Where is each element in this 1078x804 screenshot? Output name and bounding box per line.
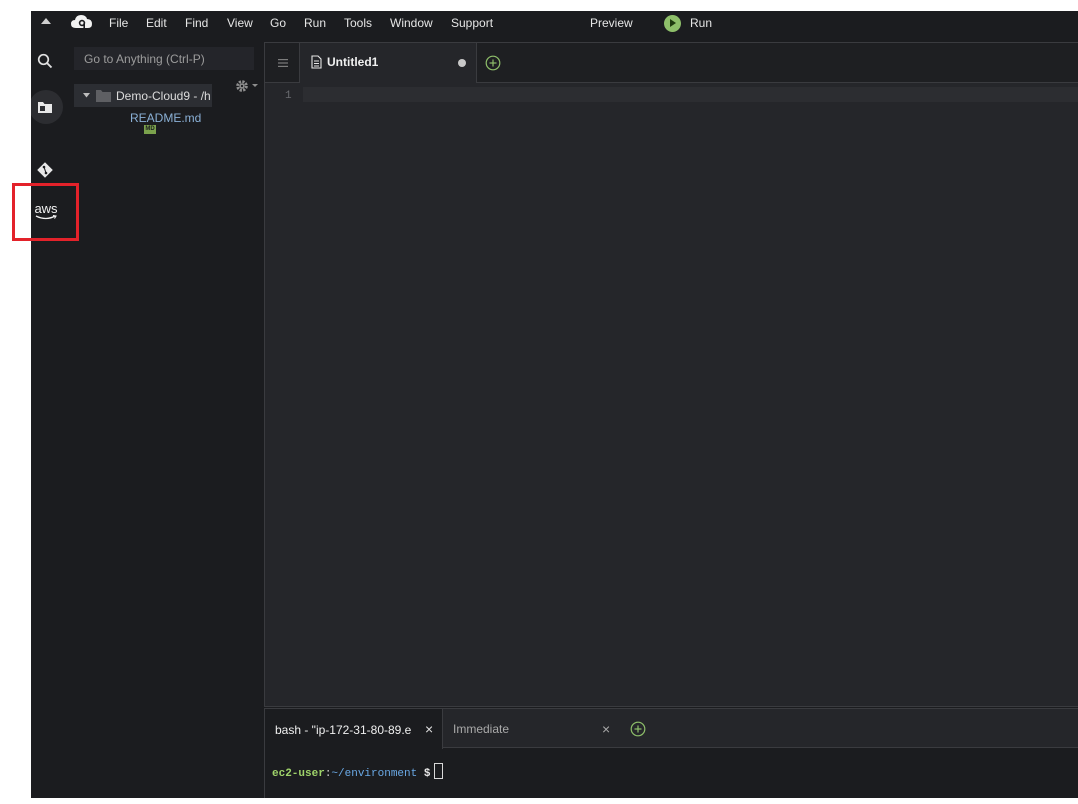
tab-list-button[interactable] xyxy=(265,43,300,82)
document-icon xyxy=(311,55,322,69)
tab-immediate[interactable]: Immediate xyxy=(453,722,509,736)
side-icon-bar: aws xyxy=(31,35,65,798)
editor-tab-bar: Untitled1 xyxy=(265,43,1078,83)
close-icon[interactable]: × xyxy=(425,721,433,737)
tab-bash-label: bash - "ip-172-31-80-89.e xyxy=(275,723,412,737)
search-icon[interactable] xyxy=(37,53,53,69)
menu-view[interactable]: View xyxy=(227,16,253,30)
terminal-tab-bar: bash - "ip-172-31-80-89.e × Immediate × xyxy=(265,708,1078,749)
menu-edit[interactable]: Edit xyxy=(146,16,167,30)
ide-window: File Edit Find View Go Run Tools Window … xyxy=(31,11,1078,798)
highlight-box xyxy=(12,183,79,241)
add-tab-icon[interactable] xyxy=(485,55,501,71)
add-terminal-icon[interactable] xyxy=(630,721,646,737)
run-button[interactable]: Run xyxy=(690,16,712,30)
preview-button[interactable]: Preview xyxy=(590,16,633,30)
menu-bar: File Edit Find View Go Run Tools Window … xyxy=(31,11,1078,35)
prompt-path: ~/environment xyxy=(331,768,418,780)
tab-bash[interactable]: bash - "ip-172-31-80-89.e × xyxy=(265,709,443,749)
tree-root-label: Demo-Cloud9 - /h xyxy=(116,89,211,103)
menu-tools[interactable]: Tools xyxy=(344,16,372,30)
menu-window[interactable]: Window xyxy=(390,16,433,30)
code-editor-line[interactable] xyxy=(303,87,1078,102)
chevron-down-icon[interactable] xyxy=(83,93,90,98)
menu-support[interactable]: Support xyxy=(451,16,493,30)
tab-untitled1-label: Untitled1 xyxy=(327,55,379,69)
editor-pane: Untitled1 1 xyxy=(264,42,1078,707)
tree-file-readme[interactable]: README.md xyxy=(130,111,201,125)
line-gutter: 1 xyxy=(265,83,303,703)
menu-file[interactable]: File xyxy=(109,16,128,30)
terminal-prompt[interactable]: ec2-user:~/environment $ xyxy=(272,763,444,780)
go-to-anything-input[interactable] xyxy=(74,47,254,70)
terminal-cursor xyxy=(434,763,444,779)
terminal-pane: bash - "ip-172-31-80-89.e × Immediate × … xyxy=(264,708,1078,798)
tree-root-folder[interactable]: Demo-Cloud9 - /h xyxy=(74,84,212,107)
run-play-icon[interactable] xyxy=(664,15,681,32)
prompt-user: ec2-user xyxy=(272,768,325,780)
hamburger-icon[interactable] xyxy=(278,59,288,67)
menu-find[interactable]: Find xyxy=(185,16,208,30)
menu-go[interactable]: Go xyxy=(270,16,286,30)
folder-icon xyxy=(96,90,111,102)
md-badge: MD xyxy=(144,125,156,134)
gear-icon[interactable] xyxy=(235,79,261,93)
collapse-menu-icon[interactable] xyxy=(41,18,51,24)
line-number: 1 xyxy=(285,90,292,102)
tab-untitled1[interactable]: Untitled1 xyxy=(300,43,477,83)
git-icon[interactable] xyxy=(36,161,54,179)
close-icon[interactable]: × xyxy=(602,721,610,737)
unsaved-dot-icon[interactable] xyxy=(458,59,466,67)
file-tree-panel: Demo-Cloud9 - /h MD README.md xyxy=(65,35,263,798)
folder-files-icon[interactable] xyxy=(38,101,53,114)
readme-md-badge-icon: MD xyxy=(144,125,156,134)
menu-run[interactable]: Run xyxy=(304,16,326,30)
prompt-symbol: $ xyxy=(423,768,431,780)
cloud9-logo-icon[interactable] xyxy=(71,14,93,30)
